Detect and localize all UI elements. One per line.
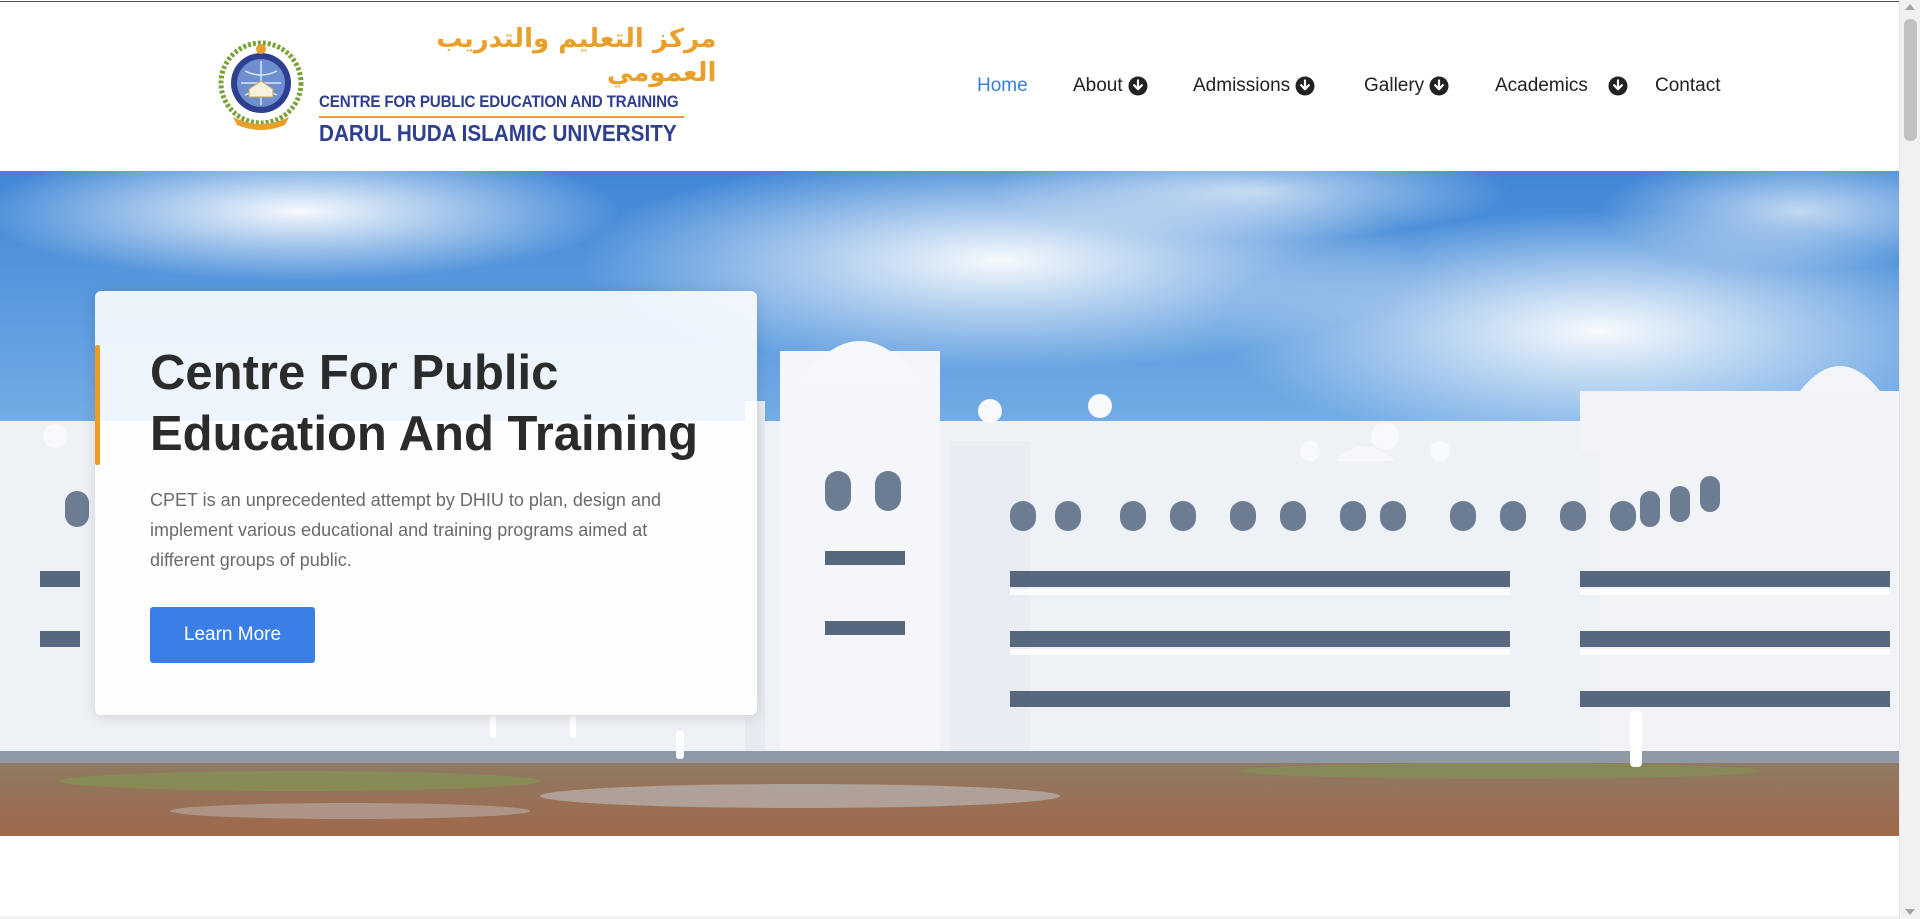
scrollbar-thumb[interactable] [1904,19,1917,141]
learn-more-button[interactable]: Learn More [150,607,315,663]
circle-arrow-down-icon [1128,76,1148,96]
nav-item-admissions[interactable]: Admissions [1193,75,1315,97]
nav-item-contact[interactable]: Contact [1655,75,1720,97]
scroll-up-arrow-icon[interactable] [1905,4,1915,10]
nav-item-about[interactable]: About [1073,75,1148,97]
circle-arrow-down-icon [1608,76,1628,96]
circle-arrow-down-icon [1295,76,1315,96]
page: مركز التعليم والتدريب العمومي CENTRE FOR… [0,0,1899,919]
logo-university-name: DARUL HUDA ISLAMIC UNIVERSITY [319,119,677,146]
hero-banner: Centre For Public Education And Training… [0,171,1899,836]
hero-card: Centre For Public Education And Training… [95,291,757,715]
nav-item-label: Admissions [1193,75,1291,96]
logo-text: مركز التعليم والتدريب العمومي CENTRE FOR… [319,22,716,148]
nav-item-label: Contact [1655,75,1721,96]
nav-item-label: About [1073,75,1123,96]
scroll-down-arrow-icon[interactable] [1905,909,1915,915]
logo-arabic-title: مركز التعليم والتدريب العمومي [436,23,717,88]
nav-item-label: Academics [1495,75,1588,96]
hero-card-accent-bar [95,345,100,465]
university-emblem-icon [218,40,304,130]
vertical-scrollbar[interactable] [1899,0,1920,919]
nav-item-label: Gallery [1364,75,1425,96]
hero-title: Centre For Public Education And Training [150,346,699,461]
site-header: مركز التعليم والتدريب العمومي CENTRE FOR… [0,1,1899,171]
nav-item-label: Home [977,75,1028,96]
nav-item-academics[interactable]: Academics [1495,75,1628,97]
circle-arrow-down-icon [1429,76,1449,96]
site-logo[interactable]: مركز التعليم والتدريب العمومي CENTRE FOR… [211,24,716,146]
nav-item-home[interactable]: Home [977,75,1028,97]
logo-centre-name: CENTRE FOR PUBLIC EDUCATION AND TRAINING [319,90,685,118]
hero-description: CPET is an unprecedented attempt by DHIU… [150,490,661,570]
nav-item-gallery[interactable]: Gallery [1364,75,1449,97]
